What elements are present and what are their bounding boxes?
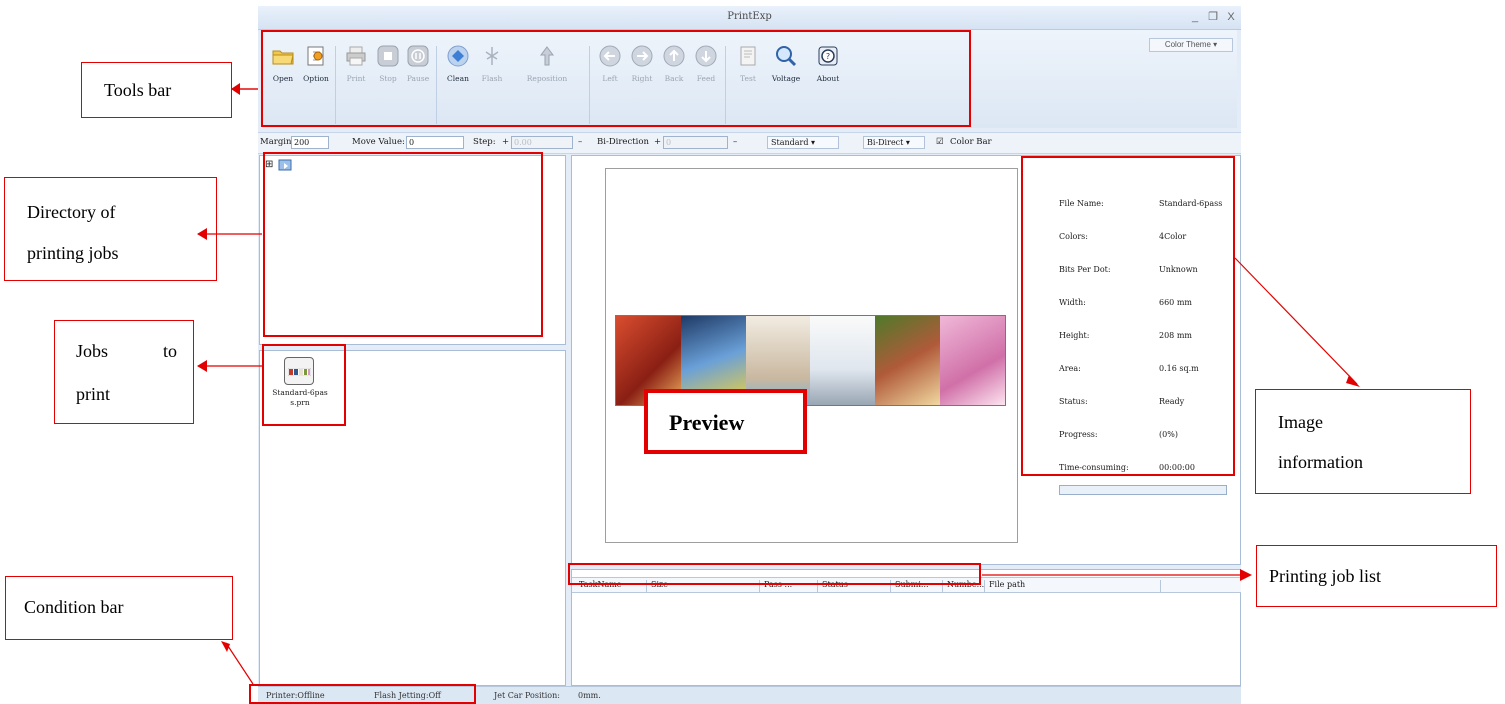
print-mode-select[interactable]: Standard ▾	[767, 136, 839, 149]
color-theme-dropdown[interactable]: Color Theme ▾	[1149, 38, 1233, 52]
preview-image-segment	[940, 316, 1005, 405]
preview-canvas	[605, 168, 1018, 543]
bi-direction-minus-button[interactable]: –	[733, 137, 737, 147]
step-input[interactable]: 0.00	[511, 136, 573, 149]
move-value-input[interactable]: 0	[406, 136, 464, 149]
minimize-button[interactable]: _	[1188, 10, 1202, 24]
image-info-arrowhead	[1346, 375, 1360, 387]
jet-car-position-value: 0mm.	[578, 691, 601, 700]
bi-direction-input[interactable]: 0	[663, 136, 728, 149]
window-title: PrintExp	[727, 11, 772, 22]
step-label: Step:	[473, 137, 496, 147]
print-options-row: Margin: 200 Move Value: 0 Step: + 0.00 –…	[258, 132, 1241, 154]
column-header-file-path[interactable]: File path	[985, 580, 1161, 592]
maximize-button[interactable]: ❐	[1206, 10, 1220, 24]
printing-job-list-callout-text: Printing job list	[1269, 566, 1382, 586]
image-info-callout-line: Image	[1278, 412, 1323, 432]
printing-job-list-callout: Printing job list	[1256, 545, 1497, 607]
margin-input[interactable]: 200	[291, 136, 329, 149]
tools-bar-highlight	[261, 30, 971, 127]
condition-bar-callout: Condition bar	[5, 576, 233, 640]
directory-callout-line: Directory of	[27, 202, 116, 222]
jobs-highlight	[262, 344, 346, 426]
jet-car-position-label: Jet Car Position:	[494, 691, 560, 700]
condition-bar-arrowhead	[221, 641, 230, 652]
bi-direction-plus-button[interactable]: +	[654, 137, 661, 147]
directory-callout-line: printing jobs	[27, 243, 119, 263]
condition-bar-highlight	[249, 684, 476, 704]
jobs-callout-word: Jobs	[76, 341, 109, 361]
job-list-arrowhead	[1240, 569, 1252, 581]
image-info-callout-line: information	[1278, 452, 1363, 472]
jobs-arrowhead	[197, 360, 207, 372]
color-bar-checkbox[interactable]: ☑	[936, 137, 944, 147]
tools-bar-callout: Tools bar	[81, 62, 232, 118]
jobs-callout-word: to	[163, 341, 178, 361]
preview-image-segment	[810, 316, 876, 405]
condition-bar-arrow-line	[225, 642, 254, 685]
tools-bar-callout-text: Tools bar	[104, 80, 172, 100]
image-info-highlight	[1021, 156, 1235, 476]
move-value-label: Move Value:	[352, 137, 405, 147]
step-minus-button[interactable]: –	[578, 137, 582, 147]
title-bar: PrintExp _ ❐ X	[258, 6, 1241, 30]
margin-label: Margin:	[260, 137, 295, 147]
preview-image-segment	[875, 316, 941, 405]
jobs-to-print-callout: Jobs to print	[54, 320, 194, 424]
bi-direction-label: Bi-Direction	[597, 137, 649, 147]
job-list-highlight	[568, 563, 981, 585]
image-information-callout: Image information	[1255, 389, 1471, 494]
directory-callout: Directory of printing jobs	[4, 177, 217, 281]
preview-label: Preview	[669, 410, 745, 435]
directory-highlight	[263, 152, 543, 337]
close-button[interactable]: X	[1224, 10, 1238, 24]
step-plus-button[interactable]: +	[502, 137, 509, 147]
progress-bar	[1059, 485, 1227, 495]
jobs-callout-word: print	[76, 384, 110, 404]
color-bar-label: Color Bar	[950, 137, 992, 147]
printing-job-list: TaskName Size Pass ... Status Submi... N…	[571, 569, 1241, 686]
preview-label-box: Preview	[644, 389, 807, 454]
condition-bar-callout-text: Condition bar	[24, 597, 124, 617]
tools-bar-arrowhead	[231, 83, 240, 95]
direction-select[interactable]: Bi-Direct ▾	[863, 136, 925, 149]
image-info-arrow-line	[1234, 257, 1358, 385]
